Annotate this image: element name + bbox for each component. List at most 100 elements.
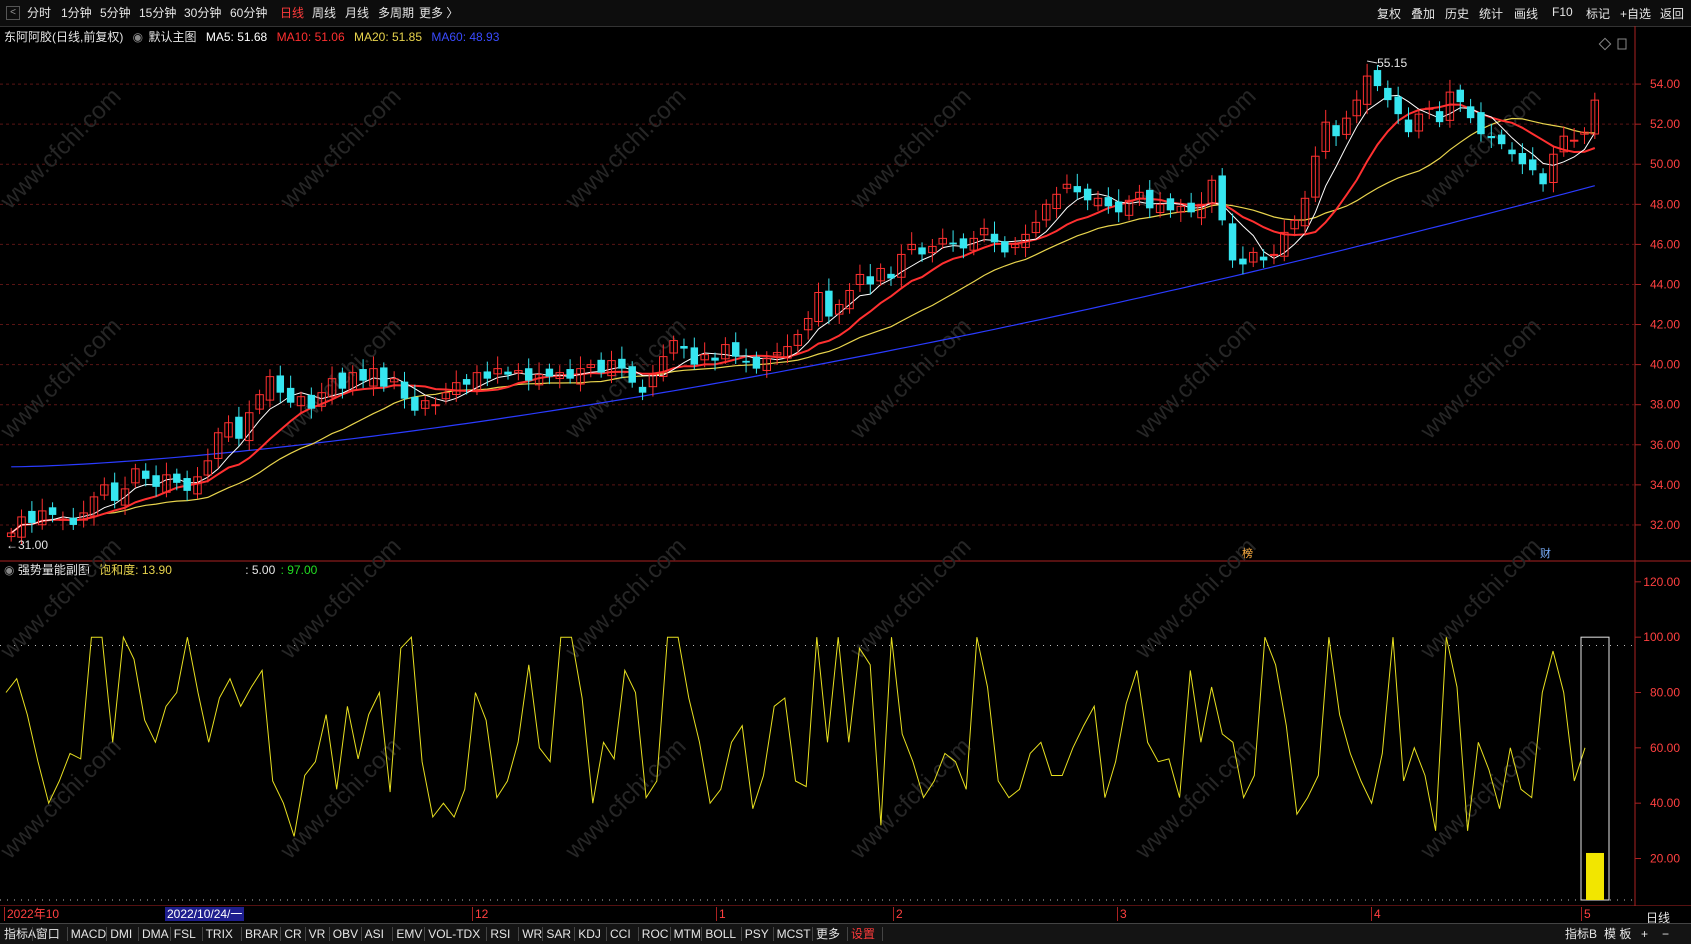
candle-body[interactable] [690,347,699,365]
candle-body[interactable] [1435,111,1444,123]
candle-body[interactable] [1394,96,1402,115]
indicator-tab-3[interactable]: DMI [110,926,132,942]
candle-body[interactable] [411,396,419,411]
candle-body[interactable] [1508,149,1516,155]
candle-body[interactable] [1539,173,1547,185]
indicator-tab-14[interactable]: RSI [490,926,510,942]
candle-body[interactable] [1466,106,1475,119]
candle-body[interactable] [1384,87,1392,101]
indicator-tab-22[interactable]: PSY [745,926,769,942]
indicator-right-btn-2[interactable]: + [1641,926,1648,942]
indicator-tab-24[interactable]: 更多 [816,926,840,942]
candle-body[interactable] [28,510,36,523]
candle-body[interactable] [235,416,243,439]
candle-body[interactable] [918,247,926,255]
candle-body[interactable] [1146,189,1154,209]
candle-body[interactable] [949,242,957,245]
candle-body[interactable] [990,233,999,243]
chart-canvas[interactable]: www.cfchi.com www.cfchi.com www.cfchi.com w… [0,0,1691,906]
candle-body[interactable] [1187,202,1195,213]
candle-body[interactable] [1218,175,1226,221]
candle-body[interactable] [1332,125,1340,137]
indicator-tab-10[interactable]: OBV [333,926,358,942]
marker-cai[interactable]: 财 [1540,546,1551,560]
candle-body[interactable] [504,371,512,375]
indicator-tab-25[interactable]: 设置 [851,926,875,942]
candle-body[interactable] [152,475,160,487]
candle-body[interactable] [173,473,181,483]
indicator-tab-8[interactable]: CR [284,926,301,942]
indicator-tab-17[interactable]: KDJ [578,926,601,942]
candle-body[interactable] [731,342,740,357]
indicator-tab-4[interactable]: DMA [142,926,169,942]
candle-body[interactable] [566,369,574,379]
indicator-right-btn-0[interactable]: 指标B [1565,926,1597,942]
candle-body[interactable] [545,368,554,377]
candle-body[interactable] [959,238,968,249]
indicator-tab-6[interactable]: TRIX [206,926,233,942]
candle-body[interactable] [400,381,409,399]
indicator-tab-9[interactable]: VR [309,926,326,942]
candle-body[interactable] [628,366,636,383]
indicator-tab-15[interactable]: WR [522,926,542,942]
candle-body[interactable] [1497,134,1506,145]
candle-body[interactable] [752,356,761,369]
marker-bang[interactable]: 榜 [1242,546,1253,560]
indicator-tab-16[interactable]: SAR [546,926,571,942]
candle-body[interactable] [618,358,626,369]
candle-body[interactable] [1487,135,1496,139]
indicator-tab-13[interactable]: VOL-TDX [428,926,480,942]
candle-body[interactable] [711,357,719,361]
indicator-tab-2[interactable]: MACD [71,926,106,942]
candle-body[interactable] [338,372,347,389]
indicator-tab-11[interactable]: ASI [365,926,384,942]
candle-body[interactable] [1569,139,1579,142]
indicator-tab-18[interactable]: CCI [610,926,631,942]
indicator-tab-21[interactable]: BOLL [705,926,736,942]
candle-body[interactable] [866,276,875,285]
diamond-icon[interactable] [1598,37,1612,51]
candle-body[interactable] [69,517,78,525]
candle-body[interactable] [1528,159,1537,171]
indicator-tab-1[interactable]: 窗口 [36,926,60,942]
indicator-right-btn-1[interactable]: 模 板 [1604,926,1631,942]
candle-body[interactable] [1114,201,1123,213]
candle-body[interactable] [142,470,150,479]
candle-body[interactable] [307,394,316,409]
candle-body[interactable] [110,482,119,501]
candle-body[interactable] [1269,253,1279,256]
candle-body[interactable] [1373,70,1382,87]
candle-body[interactable] [380,367,388,387]
candle-body[interactable] [638,386,647,393]
candle-body[interactable] [887,273,895,279]
candle-body[interactable] [1166,198,1175,211]
indicator-tab-19[interactable]: ROC [642,926,669,942]
candle-body[interactable] [431,404,440,407]
candle-body[interactable] [1104,197,1113,207]
candle-body[interactable] [359,369,367,381]
candle-body[interactable] [1001,241,1009,253]
indicator-tab-7[interactable]: BRAR [245,926,278,942]
candle-body[interactable] [1083,188,1092,201]
candle-body[interactable] [742,360,750,363]
candle-body[interactable] [462,379,471,385]
candle-body[interactable] [1228,223,1237,261]
candle-body[interactable] [524,368,533,381]
candle-body[interactable] [483,371,492,379]
indicator-right-btn-3[interactable]: − [1662,926,1669,942]
candle-body[interactable] [1518,153,1527,165]
indicator-tab-12[interactable]: EMV [396,926,422,942]
candle-body[interactable] [48,507,57,515]
candle-body[interactable] [680,345,688,349]
candle-body[interactable] [1259,256,1268,261]
candle-body[interactable] [1477,112,1485,135]
candle-body[interactable] [1239,258,1247,265]
indicator-tab-23[interactable]: MCST [777,926,811,942]
candle-body[interactable] [1404,119,1413,133]
candle-body[interactable] [825,290,833,317]
maximize-icon[interactable] [1617,38,1627,50]
indicator-tab-20[interactable]: MTM [674,926,701,942]
candle-body[interactable] [1073,186,1082,193]
candle-body[interactable] [183,478,191,491]
candle-body[interactable] [1456,89,1464,103]
